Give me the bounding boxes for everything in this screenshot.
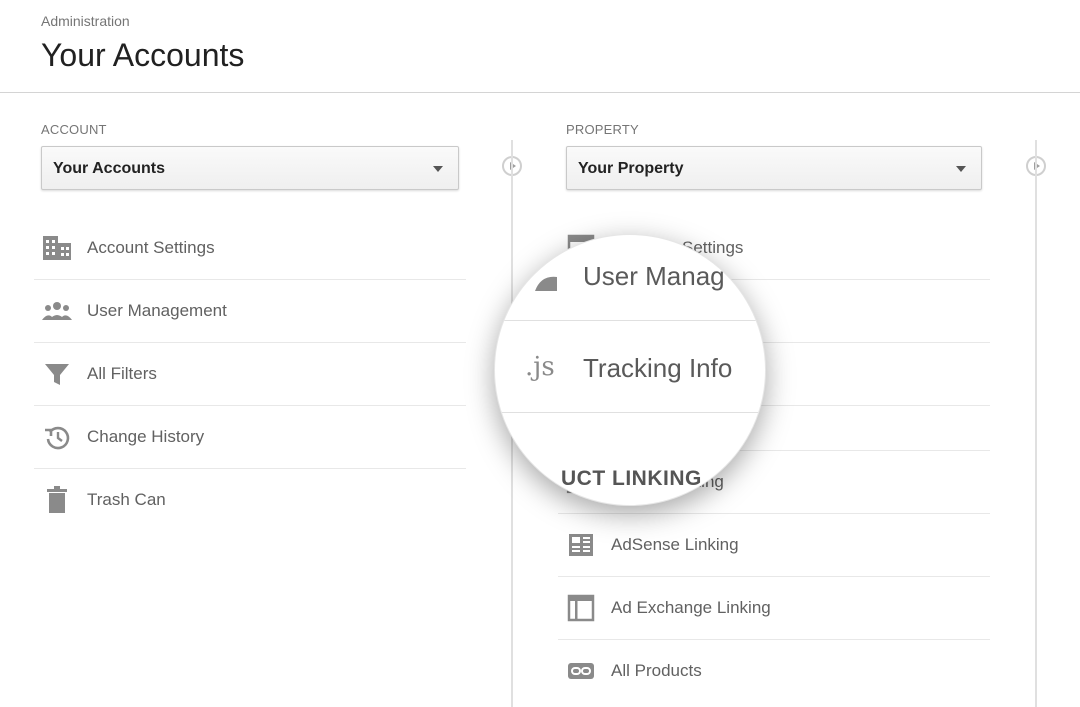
page-header: Administration Your Accounts — [0, 0, 1080, 93]
column-divider — [1035, 140, 1037, 707]
adexchange-linking-item[interactable]: Ad Exchange Linking — [558, 577, 990, 640]
magnified-user-management-label: User Manag — [583, 261, 725, 291]
change-history-item[interactable]: Change History — [34, 406, 466, 469]
account-menu: Account Settings User Management All Fil… — [34, 217, 466, 531]
people-icon — [42, 302, 72, 320]
trash-can-label: Trash Can — [87, 490, 166, 509]
trash-can-item[interactable]: Trash Can — [34, 469, 466, 531]
magnified-divider — [495, 412, 765, 413]
all-products-item[interactable]: All Products — [558, 640, 990, 702]
account-settings-item[interactable]: Account Settings — [34, 217, 466, 280]
all-filters-item[interactable]: All Filters — [34, 343, 466, 406]
filter-icon — [45, 364, 69, 385]
trash-icon — [47, 486, 67, 513]
account-dropdown[interactable]: Your Accounts — [41, 146, 459, 190]
tracking-info-label[interactable]: Tracking Info — [583, 353, 732, 384]
all-products-label: All Products — [611, 661, 702, 680]
property-dropdown-value: Your Property — [578, 160, 684, 177]
account-dropdown-value: Your Accounts — [53, 160, 166, 177]
history-icon — [45, 426, 70, 450]
account-settings-label: Account Settings — [87, 238, 215, 257]
chevron-down-icon — [956, 166, 966, 172]
breadcrumb[interactable]: Administration — [41, 13, 130, 29]
adsense-linking-item[interactable]: AdSense Linking — [558, 514, 990, 577]
building-icon — [43, 236, 71, 260]
page-title: Your Accounts — [41, 37, 245, 73]
user-management-item[interactable]: User Management — [34, 280, 466, 343]
property-column-label: PROPERTY — [566, 122, 639, 137]
adsense-icon — [569, 534, 593, 556]
adexchange-icon — [567, 594, 595, 622]
adexchange-linking-label: Ad Exchange Linking — [611, 598, 771, 617]
chevron-down-icon — [433, 166, 443, 172]
js-icon: .js — [525, 352, 555, 382]
adsense-linking-label: AdSense Linking — [611, 535, 739, 554]
magnified-divider — [495, 320, 765, 321]
user-management-label: User Management — [87, 301, 227, 320]
magnifier-lens: User Manag .js Tracking Info UCT LINKING — [494, 234, 766, 506]
all-filters-label: All Filters — [87, 364, 157, 383]
link-icon — [568, 663, 594, 679]
property-dropdown[interactable]: Your Property — [566, 146, 982, 190]
product-linking-heading: UCT LINKING — [561, 467, 702, 490]
account-column-label: ACCOUNT — [41, 122, 107, 137]
change-history-label: Change History — [87, 427, 205, 446]
person-icon — [535, 276, 557, 291]
